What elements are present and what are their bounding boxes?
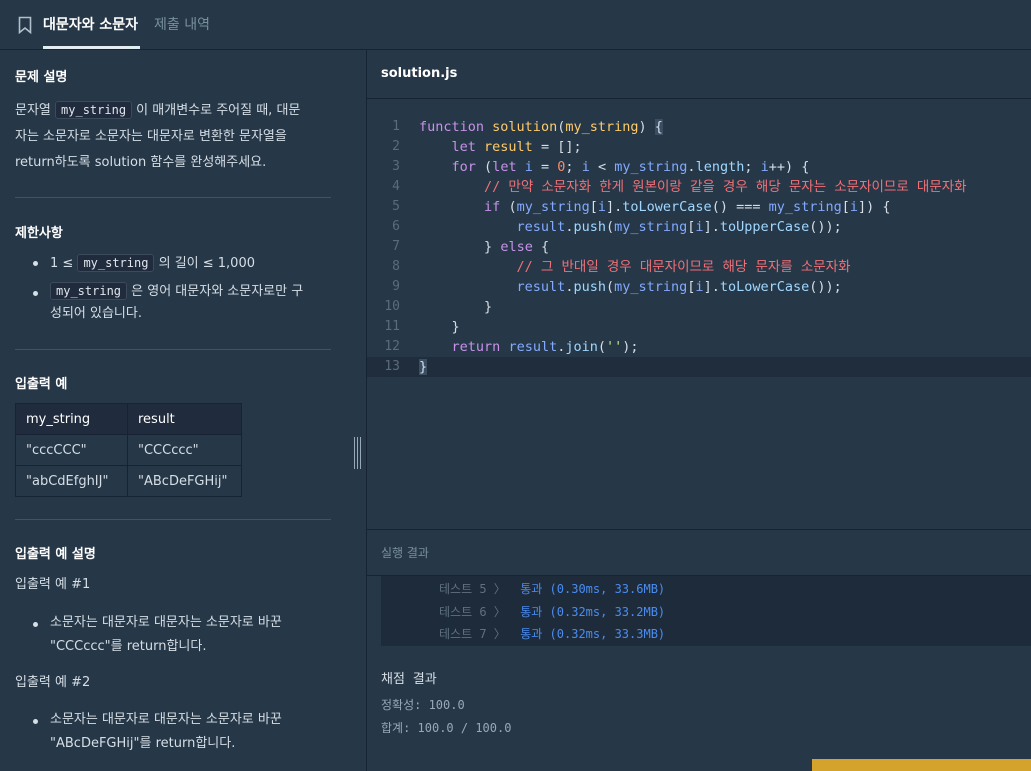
description-line: return하도록 solution 함수를 완성해주세요. bbox=[15, 155, 267, 170]
constraint-text: 성되어 있습니다. bbox=[50, 306, 142, 321]
grade-accuracy: 정확성: 100.0 bbox=[381, 698, 465, 712]
bullet bbox=[33, 719, 38, 724]
table-row: "abCdEfghIJ" "ABcDeFGHij" bbox=[15, 465, 242, 497]
table-cell: "ABcDeFGHij" bbox=[127, 465, 242, 497]
divider bbox=[15, 349, 331, 350]
code-line: 7 } else { bbox=[367, 237, 1031, 257]
constraint-text: 1 ≤ bbox=[50, 256, 78, 271]
code-line: 1 function solution(my_string) { bbox=[367, 117, 1031, 137]
line-number: 4 bbox=[392, 179, 400, 194]
divider bbox=[15, 519, 331, 520]
line-number: 13 bbox=[384, 359, 400, 374]
code-line: 5 if (my_string[i].toLowerCase() === my_… bbox=[367, 197, 1031, 217]
grade-total: 합계: 100.0 / 100.0 bbox=[381, 721, 512, 735]
io-table: my_string result "cccCCC" "CCCccc" "abCd… bbox=[15, 403, 242, 497]
grade-title: 채점 결과 bbox=[381, 672, 437, 687]
code-line-active: 13} bbox=[367, 357, 1031, 377]
section-title-io: 입출력 예 bbox=[15, 377, 68, 392]
section-title-constraints: 제한사항 bbox=[15, 226, 63, 241]
example-text: "ABcDeFGHij"를 return합니다. bbox=[50, 736, 236, 751]
line-number: 9 bbox=[392, 279, 400, 294]
problem-panel: 문제 설명 문자열 my_string 이 매개변수로 주어질 때, 대문 자는… bbox=[0, 50, 347, 771]
constraint-2: my_string 은 영어 대문자와 소문자로만 구 성되어 있습니다. bbox=[50, 280, 330, 325]
table-header: my_string bbox=[15, 403, 128, 435]
line-number: 2 bbox=[392, 139, 400, 154]
section-title-io-desc: 입출력 예 설명 bbox=[15, 547, 96, 562]
tab-active-indicator bbox=[43, 46, 140, 49]
result-label: 테스트 7 〉 bbox=[439, 627, 506, 641]
line-number: 6 bbox=[392, 219, 400, 234]
description-line: 자는 소문자로 소문자는 대문자로 변환한 문자열을 bbox=[15, 129, 287, 144]
constraint-1: 1 ≤ my_string 의 길이 ≤ 1,000 bbox=[50, 250, 255, 277]
constraint-text: 의 길이 ≤ 1,000 bbox=[154, 256, 255, 271]
line-number: 8 bbox=[392, 259, 400, 274]
result-value: 통과 (0.32ms, 33.2MB) bbox=[520, 605, 666, 619]
code-line: 10 } bbox=[367, 297, 1031, 317]
editor-filename: solution.js bbox=[381, 66, 458, 81]
example-2-title: 입출력 예 #2 bbox=[15, 675, 91, 690]
example-1-title: 입출력 예 #1 bbox=[15, 577, 91, 592]
inline-code: my_string bbox=[55, 101, 133, 119]
result-list[interactable]: 테스트 5 〉 통과 (0.30ms, 33.6MB) 테스트 6 〉 통과 (… bbox=[381, 576, 1031, 646]
result-label: 테스트 5 〉 bbox=[439, 582, 506, 596]
divider bbox=[367, 529, 1031, 530]
example-text: 소문자는 대문자로 대문자는 소문자로 바꾼 bbox=[50, 712, 282, 727]
code-line: 8 // 그 반대일 경우 대문자이므로 해당 문자를 소문자화 bbox=[367, 257, 1031, 277]
example-1-text: 소문자는 대문자로 대문자는 소문자로 바꾼 "CCCccc"를 return합… bbox=[50, 611, 282, 659]
description-text: 문자열 my_string 이 매개변수로 주어질 때, 대문 자는 소문자로 … bbox=[15, 97, 335, 176]
result-row: 테스트 5 〉 통과 (0.30ms, 33.6MB) bbox=[439, 580, 665, 598]
table-cell: "abCdEfghIJ" bbox=[15, 465, 128, 497]
result-value: 통과 (0.32ms, 33.3MB) bbox=[520, 627, 666, 641]
inline-code: my_string bbox=[77, 254, 155, 272]
line-number: 5 bbox=[392, 199, 400, 214]
constraint-text: 은 영어 대문자와 소문자로만 구 bbox=[127, 284, 304, 299]
drag-handle-icon[interactable] bbox=[352, 437, 362, 469]
bookmark-icon[interactable] bbox=[18, 16, 32, 34]
tab-submissions[interactable]: 제출 내역 bbox=[154, 14, 210, 34]
description-part: 문자열 bbox=[15, 103, 56, 118]
example-text: 소문자는 대문자로 대문자는 소문자로 바꾼 bbox=[50, 615, 282, 630]
code-line: 4 // 만약 소문자화 한게 원본이랑 같을 경우 해당 문자는 소문자이므로… bbox=[367, 177, 1031, 197]
table-cell: "CCCccc" bbox=[127, 434, 242, 466]
code-line: 12 return result.join(''); bbox=[367, 337, 1031, 357]
editor-header: solution.js bbox=[367, 50, 1031, 99]
description-part: 이 매개변수로 주어질 때, 대문 bbox=[132, 103, 301, 118]
result-row: 테스트 6 〉 통과 (0.32ms, 33.2MB) bbox=[439, 603, 665, 621]
code-editor[interactable]: 1 function solution(my_string) { 2 let re… bbox=[367, 100, 1031, 528]
code-line: 9 result.push(my_string[i].toLowerCase()… bbox=[367, 277, 1031, 297]
code-line: 3 for (let i = 0; i < my_string.length; … bbox=[367, 157, 1031, 177]
top-bar: 대문자와 소문자 제출 내역 bbox=[0, 0, 1031, 50]
table-header-row: my_string result bbox=[15, 403, 242, 435]
line-number: 11 bbox=[384, 319, 400, 334]
code-line: 6 result.push(my_string[i].toUpperCase()… bbox=[367, 217, 1031, 237]
line-number: 1 bbox=[392, 119, 400, 134]
example-2-text: 소문자는 대문자로 대문자는 소문자로 바꾼 "ABcDeFGHij"를 ret… bbox=[50, 708, 282, 756]
result-label: 테스트 6 〉 bbox=[439, 605, 506, 619]
bullet bbox=[33, 622, 38, 627]
example-text: "CCCccc"를 return합니다. bbox=[50, 639, 207, 654]
code-line: 2 let result = []; bbox=[367, 137, 1031, 157]
divider bbox=[15, 197, 331, 198]
submit-button[interactable] bbox=[812, 759, 1031, 771]
result-row: 테스트 7 〉 통과 (0.32ms, 33.3MB) bbox=[439, 625, 665, 643]
section-title-description: 문제 설명 bbox=[15, 70, 68, 85]
bullet bbox=[33, 291, 38, 296]
table-row: "cccCCC" "CCCccc" bbox=[15, 434, 242, 466]
table-header: result bbox=[127, 403, 242, 435]
tab-problem[interactable]: 대문자와 소문자 bbox=[43, 14, 138, 34]
line-number: 12 bbox=[384, 339, 400, 354]
line-number: 10 bbox=[384, 299, 400, 314]
code-line: 11 } bbox=[367, 317, 1031, 337]
result-title: 실행 결과 bbox=[381, 546, 429, 560]
line-number: 3 bbox=[392, 159, 400, 174]
table-cell: "cccCCC" bbox=[15, 434, 128, 466]
inline-code: my_string bbox=[50, 282, 128, 300]
bullet bbox=[33, 261, 38, 266]
line-number: 7 bbox=[392, 239, 400, 254]
result-value: 통과 (0.30ms, 33.6MB) bbox=[520, 582, 666, 596]
